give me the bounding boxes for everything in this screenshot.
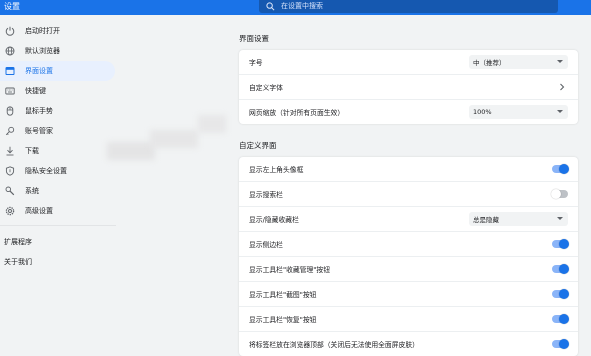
custom-interface-card: 显示左上角头像框 显示搜索栏 显示/隐藏收藏栏 总是隐藏 显示侧边栏 显示工具栏…	[239, 157, 578, 356]
toggle-knob	[559, 239, 569, 249]
globe-icon	[5, 46, 15, 56]
toggle-knob	[551, 189, 561, 199]
screenshot-button-row: 显示工具栏"截图"按钮	[239, 282, 578, 307]
search-box[interactable]: 在设置中搜索	[259, 0, 558, 13]
sidebar-item-label: 默认浏览器	[25, 47, 60, 55]
sidebar-divider	[0, 225, 116, 226]
toggle-knob	[559, 339, 569, 349]
gear-icon	[5, 206, 15, 216]
bookmarks-bar-select[interactable]: 总是隐藏	[469, 212, 568, 226]
mouse-icon	[5, 106, 15, 116]
restore-button-row: 显示工具栏"恢复"按钮	[239, 307, 578, 332]
sidebar-item-account-manager[interactable]: 账号管家	[0, 121, 115, 141]
chevron-down-icon	[557, 110, 563, 113]
sidebar-link-extensions[interactable]: 扩展程序	[0, 232, 120, 252]
sidebar-item-label: 界面设置	[25, 67, 53, 75]
search-icon	[266, 2, 275, 11]
show-avatar-label: 显示左上角头像框	[249, 166, 304, 174]
sidebar-item-label: 下载	[25, 147, 39, 155]
bookmark-manager-button-toggle[interactable]	[552, 264, 569, 274]
chevron-down-icon	[557, 60, 563, 63]
sidebar-item-label: 高级设置	[25, 207, 53, 215]
restore-button-label: 显示工具栏"恢复"按钮	[249, 316, 317, 324]
toggle-knob	[559, 289, 569, 299]
font-size-value: 中（推荐）	[473, 59, 506, 67]
font-size-select[interactable]: 中（推荐）	[469, 55, 568, 69]
screenshot-button-toggle[interactable]	[552, 289, 569, 299]
blurred-watermark	[198, 115, 226, 133]
toggle-knob	[559, 314, 569, 324]
sidebar-item-startup[interactable]: 启动时打开	[0, 21, 115, 41]
chevron-right-icon[interactable]	[559, 83, 565, 91]
show-avatar-toggle[interactable]	[552, 164, 569, 174]
wrench-icon	[5, 186, 15, 196]
page-zoom-row: 网页缩放（针对所有页面生效） 100%	[239, 100, 578, 124]
show-search-bar-row: 显示搜索栏	[239, 182, 578, 207]
section-title-custom-interface: 自定义界面	[239, 141, 277, 150]
sidebar-item-label: 鼠标手势	[25, 107, 53, 115]
show-avatar-row: 显示左上角头像框	[239, 157, 578, 182]
sidebar-link-about[interactable]: 关于我们	[0, 252, 120, 272]
sidebar-item-label: 隐私安全设置	[25, 167, 67, 175]
sidebar-item-label: 系统	[25, 187, 39, 195]
screenshot-button-label: 显示工具栏"截图"按钮	[249, 291, 317, 299]
page-zoom-value: 100%	[473, 108, 492, 116]
bookmarks-bar-row: 显示/隐藏收藏栏 总是隐藏	[239, 207, 578, 232]
sidebar-item-advanced[interactable]: 高级设置	[0, 201, 115, 221]
blurred-watermark	[107, 142, 155, 160]
show-search-bar-label: 显示搜索栏	[249, 191, 283, 199]
toggle-knob	[559, 164, 569, 174]
show-sidebar-label: 显示侧边栏	[249, 241, 283, 249]
top-bar: 设置 在设置中搜索	[0, 0, 591, 15]
chevron-down-icon	[557, 217, 563, 220]
bookmarks-bar-value: 总是隐藏	[473, 216, 499, 224]
section-title-interface: 界面设置	[239, 34, 269, 43]
sidebar-item-label: 快捷键	[25, 87, 46, 95]
interface-settings-card: 字号 中（推荐） 自定义字体 网页缩放（针对所有页面生效） 100%	[239, 50, 578, 124]
custom-font-label: 自定义字体	[249, 84, 283, 92]
sidebar-item-default-browser[interactable]: 默认浏览器	[0, 41, 115, 61]
show-sidebar-toggle[interactable]	[552, 239, 569, 249]
toggle-knob	[559, 264, 569, 274]
sidebar-item-privacy-security[interactable]: 隐私安全设置	[0, 161, 115, 181]
tabs-on-top-label: 将标签栏放在浏览器顶部（关闭后无法使用全面屏皮肤）	[249, 341, 419, 349]
restore-button-toggle[interactable]	[552, 314, 569, 324]
page-zoom-select[interactable]: 100%	[469, 105, 568, 119]
show-sidebar-row: 显示侧边栏	[239, 232, 578, 257]
bookmark-manager-button-row: 显示工具栏"收藏管理"按钮	[239, 257, 578, 282]
bookmark-manager-button-label: 显示工具栏"收藏管理"按钮	[249, 266, 331, 274]
search-input[interactable]: 在设置中搜索	[281, 1, 323, 11]
sidebar-item-label: 账号管家	[25, 127, 53, 135]
keyboard-icon	[5, 86, 15, 96]
custom-font-row[interactable]: 自定义字体	[239, 75, 578, 100]
show-search-bar-toggle[interactable]	[551, 189, 568, 199]
key-icon	[5, 126, 15, 136]
window-icon	[5, 66, 15, 76]
sidebar-item-interface[interactable]: 界面设置	[0, 61, 115, 81]
tabs-on-top-toggle[interactable]	[552, 339, 569, 349]
sidebar-item-label: 启动时打开	[25, 27, 60, 35]
sidebar-item-shortcuts[interactable]: 快捷键	[0, 81, 115, 101]
sidebar-item-downloads[interactable]: 下载	[0, 141, 115, 161]
power-icon	[5, 26, 15, 36]
shield-icon	[5, 166, 15, 176]
sidebar-item-system[interactable]: 系统	[0, 181, 115, 201]
sidebar-item-mouse-gestures[interactable]: 鼠标手势	[0, 101, 115, 121]
font-size-row: 字号 中（推荐）	[239, 50, 578, 75]
sidebar: 启动时打开 默认浏览器 界面设置 快捷键 鼠标手势 账号管家 下载 隐私安全设置…	[0, 21, 120, 272]
download-icon	[5, 146, 15, 156]
page-title: 设置	[4, 2, 20, 11]
blurred-watermark	[150, 130, 198, 148]
tabs-on-top-row: 将标签栏放在浏览器顶部（关闭后无法使用全面屏皮肤）	[239, 332, 578, 356]
